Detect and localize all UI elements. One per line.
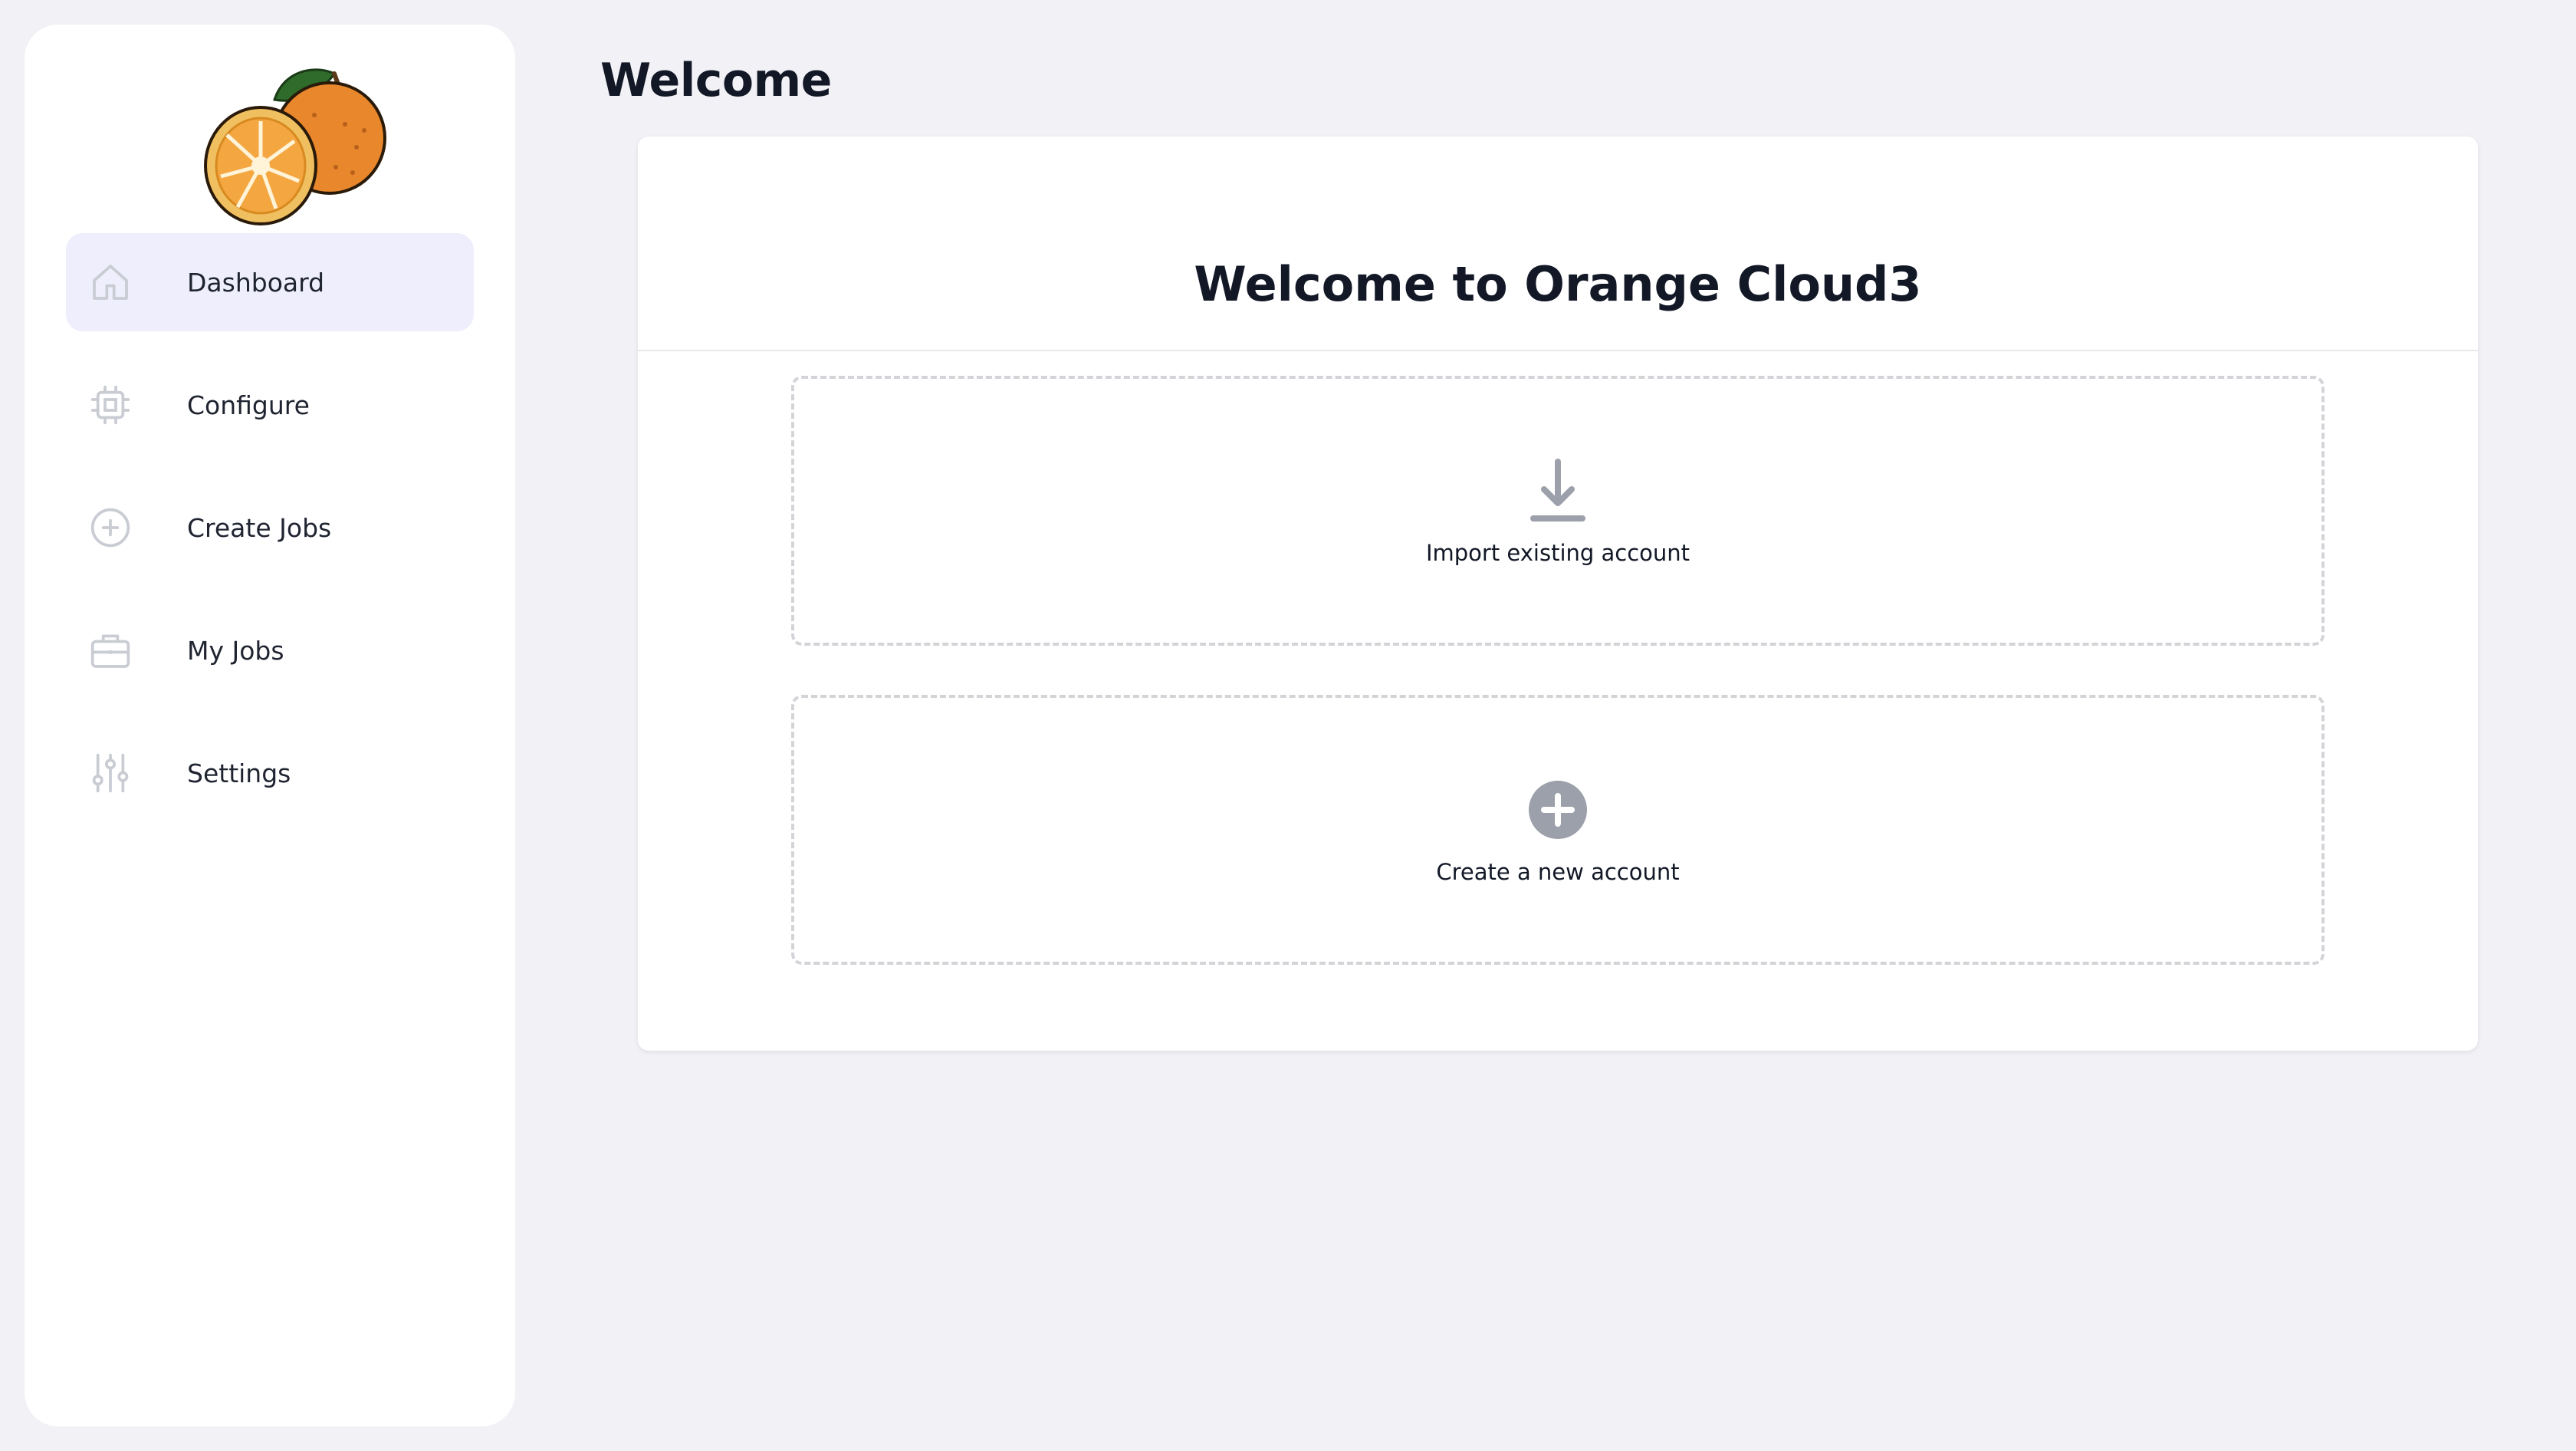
briefcase-icon <box>89 629 132 672</box>
home-icon <box>89 261 132 304</box>
sidebar-item-label: Settings <box>187 758 291 788</box>
import-account-option[interactable]: Import existing account <box>791 376 2325 646</box>
sidebar-item-my-jobs[interactable]: My Jobs <box>66 601 474 699</box>
welcome-card: Welcome to Orange Cloud3 Import existing… <box>638 137 2478 1051</box>
cpu-chip-icon <box>89 383 132 426</box>
create-account-label: Create a new account <box>1436 859 1680 885</box>
sidebar: Dashboard Configure Create Jobs My Jobs … <box>25 25 515 1426</box>
plus-circle-filled-icon <box>1527 778 1589 842</box>
card-header: Welcome to Orange Cloud3 <box>638 137 2478 351</box>
sidebar-item-label: Dashboard <box>187 267 325 298</box>
download-icon <box>1527 459 1589 523</box>
orange-logo <box>199 61 391 230</box>
plus-circle-icon <box>89 506 132 549</box>
sidebar-nav: Dashboard Configure Create Jobs My Jobs … <box>66 233 474 847</box>
card-title: Welcome to Orange Cloud3 <box>1194 256 1922 312</box>
import-account-label: Import existing account <box>1425 540 1691 566</box>
sidebar-item-label: My Jobs <box>187 635 284 666</box>
sidebar-item-configure[interactable]: Configure <box>66 356 474 454</box>
sliders-icon <box>89 752 132 795</box>
sidebar-item-settings[interactable]: Settings <box>66 724 474 822</box>
create-account-option[interactable]: Create a new account <box>791 695 2325 965</box>
sidebar-item-label: Create Jobs <box>187 512 332 543</box>
sidebar-item-create-jobs[interactable]: Create Jobs <box>66 479 474 577</box>
page-title: Welcome <box>600 54 832 107</box>
sidebar-item-dashboard[interactable]: Dashboard <box>66 233 474 331</box>
sidebar-item-label: Configure <box>187 390 310 420</box>
